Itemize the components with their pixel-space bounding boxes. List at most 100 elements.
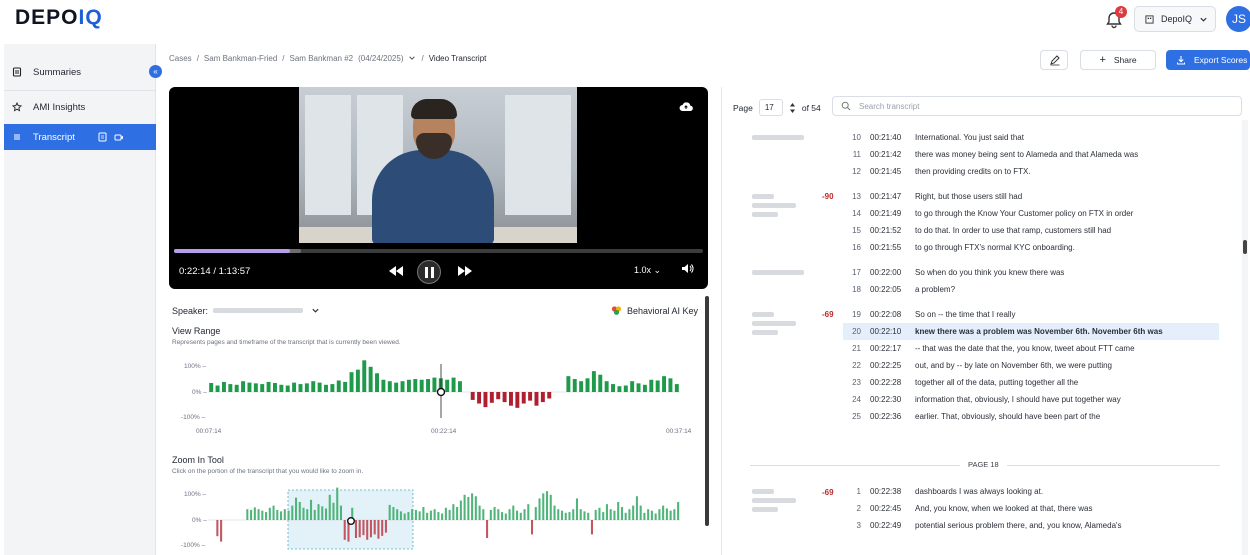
zoom-handle[interactable]: [347, 517, 356, 526]
chart-bar: [504, 513, 507, 520]
chart-bar: [324, 508, 328, 520]
line-number: 24: [852, 395, 861, 404]
line-timestamp[interactable]: 00:22:17: [861, 344, 909, 353]
transcript-line[interactable]: 22 00:22:25 out, and by -- by late on Nove…: [843, 357, 1219, 374]
transcript-line[interactable]: 19 00:22:08 So on -- the time that I reall…: [843, 306, 1219, 323]
chart-bar: [538, 498, 541, 520]
transcript-line[interactable]: 1 00:22:38 dashboards I was always looking…: [843, 483, 1219, 500]
transcript-line[interactable]: 16 00:21:55 to go through FTX's normal KYC…: [843, 239, 1219, 256]
transcript-line[interactable]: 18 00:22:05 a problem?: [843, 281, 1219, 298]
line-number: 14: [852, 209, 861, 218]
chart-bar: [459, 500, 462, 520]
chart-bar: [545, 491, 549, 520]
chart-bar: [295, 497, 298, 520]
chart-bar: [531, 520, 534, 535]
chart-bar: [246, 509, 249, 520]
chart-bar: [250, 509, 253, 520]
chart-bar: [590, 520, 593, 535]
chart-bar: [220, 520, 223, 542]
line-text: potential serious problem there, and, yo…: [915, 521, 1122, 530]
chart-bar: [677, 502, 680, 520]
line-number: 13: [852, 192, 861, 201]
page-input[interactable]: 17: [758, 99, 783, 116]
redacted-speaker: [752, 489, 796, 516]
transcript-line[interactable]: 10 00:21:40 International. You just said t…: [843, 129, 1219, 146]
page-stepper-icon[interactable]: [789, 102, 796, 114]
transcript-line[interactable]: 23 00:22:28 together all of the data, putt…: [843, 374, 1219, 391]
line-number: 11: [852, 150, 861, 159]
chart-bar: [384, 520, 387, 533]
score-badge: -69: [822, 310, 834, 319]
chart-bar: [321, 506, 324, 520]
chart-bar: [654, 513, 657, 520]
line-timestamp[interactable]: 00:21:49: [861, 209, 909, 218]
transcript-line[interactable]: 14 00:21:49 to go through the Know Your Cu…: [843, 205, 1219, 222]
line-timestamp[interactable]: 00:22:30: [861, 395, 909, 404]
line-number: 19: [852, 310, 861, 319]
line-timestamp[interactable]: 00:22:36: [861, 412, 909, 421]
chart-bar: [471, 493, 474, 520]
transcript-line[interactable]: 12 00:21:45 then providing credits on to F…: [843, 163, 1219, 180]
line-timestamp[interactable]: 00:22:28: [861, 378, 909, 387]
transcript-line[interactable]: 13 00:21:47 Right, but those users still h…: [843, 188, 1219, 205]
chart-bar: [291, 505, 294, 520]
chart-bar: [407, 512, 410, 520]
chart-bar: [658, 509, 661, 520]
transcript-line[interactable]: 24 00:22:30 information that, obviously, I…: [843, 391, 1219, 408]
score-badge: -90: [822, 192, 834, 201]
chart-bar: [418, 511, 421, 520]
line-text: information that, obviously, I should ha…: [915, 395, 1121, 404]
chart-bar: [542, 493, 545, 520]
chart-bar: [358, 520, 361, 538]
line-timestamp[interactable]: 00:21:45: [861, 167, 909, 176]
line-timestamp[interactable]: 00:22:00: [861, 268, 909, 277]
line-number: 25: [852, 412, 861, 421]
chart-bar: [253, 507, 256, 520]
line-timestamp[interactable]: 00:22:49: [861, 521, 909, 530]
transcript-line[interactable]: 17 00:22:00 So when do you think you knew …: [843, 264, 1219, 281]
line-timestamp[interactable]: 00:22:38: [861, 487, 909, 496]
chart-bar: [369, 520, 372, 538]
transcript-line[interactable]: 2 00:22:45 And, you know, when we looked a…: [843, 500, 1219, 517]
chart-bar: [452, 504, 455, 520]
redacted-speaker: [752, 194, 796, 221]
chart-bar: [587, 512, 590, 520]
transcript-line[interactable]: 3 00:22:49 potential serious problem there…: [843, 517, 1219, 534]
transcript-line[interactable]: 25 00:22:36 earlier. That, obviously, shou…: [843, 408, 1219, 425]
chart-bar: [482, 509, 485, 520]
transcript-line[interactable]: 20 00:22:10 knew there was a problem was N…: [843, 323, 1219, 340]
line-timestamp[interactable]: 00:22:25: [861, 361, 909, 370]
line-timestamp[interactable]: 00:21:42: [861, 150, 909, 159]
line-timestamp[interactable]: 00:21:47: [861, 192, 909, 201]
line-text: a problem?: [915, 285, 956, 294]
line-timestamp[interactable]: 00:22:10: [861, 327, 909, 336]
transcript-scrollbar[interactable]: [1242, 120, 1248, 555]
search-placeholder: Search transcript: [859, 101, 920, 111]
chart-bar: [557, 509, 560, 520]
line-timestamp[interactable]: 00:21:52: [861, 226, 909, 235]
chart-bar: [261, 510, 264, 520]
line-number: 22: [852, 361, 861, 370]
line-timestamp[interactable]: 00:22:45: [861, 504, 909, 513]
chart-bar: [497, 509, 500, 520]
chart-bar: [669, 510, 672, 520]
line-text: So on -- the time that I really: [915, 310, 1016, 319]
line-timestamp[interactable]: 00:21:55: [861, 243, 909, 252]
chart-bar: [276, 509, 279, 520]
line-timestamp[interactable]: 00:21:40: [861, 133, 909, 142]
chart-bar: [617, 502, 620, 520]
line-number: 18: [852, 285, 861, 294]
chart-bar: [328, 494, 331, 520]
transcript-line[interactable]: 21 00:22:17 -- that was the date that the,…: [843, 340, 1219, 357]
chart-bar: [639, 505, 642, 520]
page-control: Page 17 of 54: [733, 99, 821, 116]
chart-bar: [474, 496, 477, 520]
transcript-line[interactable]: 15 00:21:52 to do that. In order to use th…: [843, 222, 1219, 239]
page-label: Page: [733, 102, 753, 113]
chart-bar: [534, 507, 537, 520]
search-input[interactable]: Search transcript: [832, 96, 1242, 116]
transcript-line[interactable]: 11 00:21:42 there was money being sent to …: [843, 146, 1219, 163]
chart-bar: [403, 513, 406, 520]
line-timestamp[interactable]: 00:22:08: [861, 310, 909, 319]
line-timestamp[interactable]: 00:22:05: [861, 285, 909, 294]
